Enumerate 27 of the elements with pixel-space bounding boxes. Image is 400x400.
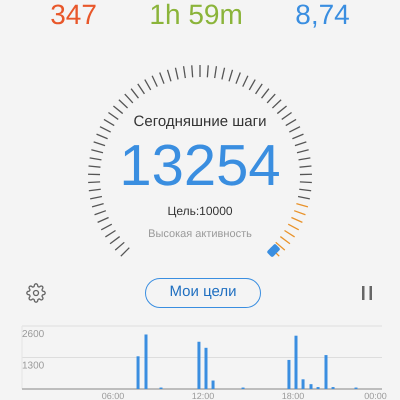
chart-bar — [302, 379, 305, 389]
chart-bar — [136, 356, 140, 389]
y-axis-label: 2600 — [22, 329, 44, 340]
chart-bar — [294, 336, 298, 389]
chart-bar — [324, 355, 328, 389]
stat-value: 347 — [50, 0, 97, 30]
gauge-title: Сегодняшние шаги — [134, 112, 266, 132]
chart-bar — [204, 348, 208, 389]
chart-bar — [144, 334, 148, 389]
chart-bar — [310, 384, 312, 389]
chart-bar — [212, 380, 215, 389]
chart-bar — [197, 342, 200, 389]
goal-text: Цель:10000 — [167, 202, 233, 220]
stat-value: 1h 59m — [149, 0, 243, 30]
x-axis-label: 06:00 — [102, 391, 124, 400]
activity-text: Высокая активность — [148, 226, 252, 242]
stat-value: 8,74 — [295, 0, 350, 30]
my-goals-button[interactable]: Мои цели — [145, 278, 261, 308]
y-axis-label: 1300 — [22, 360, 44, 372]
pause-icon[interactable] — [360, 284, 374, 301]
x-axis-label: 18:00 — [282, 391, 304, 400]
gauge-marker — [266, 244, 281, 258]
step-count: 13254 — [119, 134, 281, 198]
x-axis-label: 12:00 — [192, 391, 214, 400]
x-axis-label: 00:00 — [364, 391, 387, 400]
settings-icon[interactable] — [26, 282, 46, 303]
chart-bar — [287, 360, 290, 389]
